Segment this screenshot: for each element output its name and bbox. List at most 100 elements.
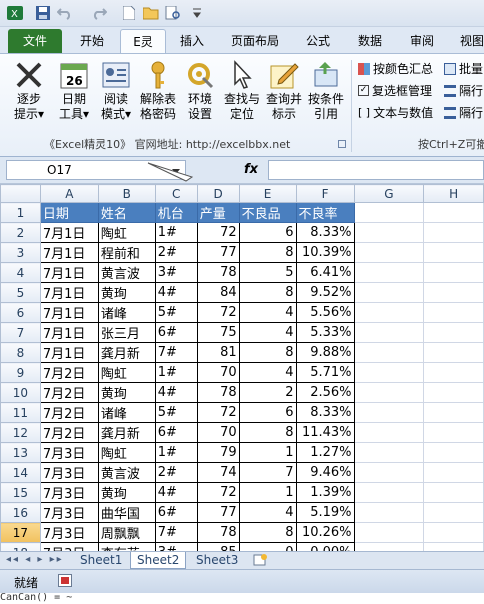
data-cell[interactable]: 5.56% (295, 302, 355, 323)
select-all-corner[interactable] (0, 184, 41, 203)
text-number-button[interactable]: [ ] 文本与数值 (358, 104, 433, 121)
data-cell[interactable]: 2# (154, 462, 198, 483)
data-cell[interactable]: 8 (238, 422, 297, 443)
empty-cell[interactable] (353, 362, 425, 383)
data-cell[interactable]: 6 (238, 402, 297, 423)
data-cell[interactable]: 4 (238, 502, 297, 523)
data-cell[interactable]: 龚月新 (97, 422, 156, 443)
data-cell[interactable]: 曲华国 (97, 502, 156, 523)
spreadsheet-grid[interactable]: ABCDEFGH 1 日期 姓名 机台 产量 不良品 不良率 2 7月1日 陶虹 1# 72 6 8.33… (0, 184, 484, 551)
data-cell[interactable]: 4# (154, 282, 198, 303)
data-cell[interactable]: 78 (196, 262, 240, 283)
header-cell[interactable]: 姓名 (97, 202, 156, 223)
empty-cell[interactable] (423, 302, 484, 323)
data-cell[interactable]: 2 (238, 382, 297, 403)
sheet-nav-arrows-icon[interactable]: ◂◂ ◂ ▸ ▸▸ (6, 554, 64, 565)
empty-cell[interactable] (423, 522, 484, 543)
data-cell[interactable]: 5 (238, 262, 297, 283)
empty-cell[interactable] (353, 502, 425, 523)
empty-cell[interactable] (353, 202, 425, 223)
data-cell[interactable]: 张三月 (97, 322, 156, 343)
new-document-icon[interactable] (120, 4, 138, 22)
data-cell[interactable]: 77 (196, 242, 240, 263)
column-header[interactable]: G (353, 184, 425, 203)
column-header[interactable]: A (39, 184, 99, 203)
conditional-reference-button[interactable]: 按条件 引用 (304, 58, 348, 132)
empty-cell[interactable] (423, 362, 484, 383)
row-header[interactable]: 2 (0, 222, 41, 243)
empty-cell[interactable] (423, 282, 484, 303)
empty-cell[interactable] (353, 302, 425, 323)
data-cell[interactable]: 7月3日 (39, 522, 99, 543)
row-header[interactable]: 11 (0, 402, 41, 423)
data-cell[interactable]: 79 (196, 442, 240, 463)
header-cell[interactable]: 日期 (39, 202, 99, 223)
alternate-rows-button[interactable]: 隔行 (444, 82, 483, 99)
data-cell[interactable]: 程前和 (97, 242, 156, 263)
data-cell[interactable]: 4 (238, 302, 297, 323)
empty-cell[interactable] (353, 222, 425, 243)
data-cell[interactable]: 70 (196, 422, 240, 443)
date-tools-button[interactable]: 26 日期 工具▾ (52, 58, 96, 132)
tab-data[interactable]: 数据 (348, 29, 392, 53)
row-header[interactable]: 9 (0, 362, 41, 383)
data-cell[interactable]: 10.39% (295, 242, 355, 263)
data-cell[interactable]: 5.19% (295, 502, 355, 523)
row-header[interactable]: 5 (0, 282, 41, 303)
empty-cell[interactable] (353, 482, 425, 503)
data-cell[interactable]: 9.52% (295, 282, 355, 303)
insert-sheet-icon[interactable] (252, 553, 268, 567)
data-cell[interactable]: 1# (154, 362, 198, 383)
empty-cell[interactable] (423, 382, 484, 403)
row-header[interactable]: 16 (0, 502, 41, 523)
data-cell[interactable]: 5.33% (295, 322, 355, 343)
empty-cell[interactable] (353, 282, 425, 303)
row-header[interactable]: 4 (0, 262, 41, 283)
data-cell[interactable]: 7月2日 (39, 362, 99, 383)
row-header[interactable]: 10 (0, 382, 41, 403)
data-cell[interactable]: 1# (154, 442, 198, 463)
data-cell[interactable]: 8 (238, 282, 297, 303)
data-cell[interactable]: 7月1日 (39, 282, 99, 303)
data-cell[interactable]: 10.26% (295, 522, 355, 543)
data-cell[interactable]: 8.33% (295, 402, 355, 423)
data-cell[interactable]: 4 (238, 362, 297, 383)
data-cell[interactable]: 0 (238, 542, 297, 551)
empty-cell[interactable] (423, 542, 484, 551)
sum-by-color-button[interactable]: 按颜色汇总 (358, 60, 433, 77)
data-cell[interactable]: 陶虹 (97, 362, 156, 383)
dialog-launcher-icon[interactable] (338, 140, 346, 148)
data-cell[interactable]: 6# (154, 502, 198, 523)
function-icon[interactable]: fx (236, 160, 266, 180)
data-cell[interactable]: 4 (238, 322, 297, 343)
data-cell[interactable]: 77 (196, 502, 240, 523)
step-hint-button[interactable]: 逐步 提示▾ (6, 58, 52, 132)
batch-button[interactable]: 批量 (444, 60, 483, 77)
empty-cell[interactable] (353, 242, 425, 263)
empty-cell[interactable] (423, 242, 484, 263)
data-cell[interactable]: 8.33% (295, 222, 355, 243)
empty-cell[interactable] (353, 382, 425, 403)
column-header[interactable]: B (97, 184, 156, 203)
data-cell[interactable]: 6.41% (295, 262, 355, 283)
empty-cell[interactable] (423, 462, 484, 483)
data-cell[interactable]: 72 (196, 482, 240, 503)
empty-cell[interactable] (353, 342, 425, 363)
data-cell[interactable]: 7月1日 (39, 262, 99, 283)
data-cell[interactable]: 2# (154, 242, 198, 263)
row-header[interactable]: 15 (0, 482, 41, 503)
query-mark-button[interactable]: 查询并 标示 (264, 58, 304, 132)
data-cell[interactable]: 81 (196, 342, 240, 363)
data-cell[interactable]: 7月1日 (39, 222, 99, 243)
empty-cell[interactable] (423, 342, 484, 363)
data-cell[interactable]: 2.56% (295, 382, 355, 403)
data-cell[interactable]: 7月2日 (39, 402, 99, 423)
empty-cell[interactable] (353, 442, 425, 463)
checkbox-manager-button[interactable]: ✓ 复选框管理 (358, 82, 432, 99)
column-header[interactable]: E (238, 184, 297, 203)
data-cell[interactable]: 4# (154, 382, 198, 403)
data-cell[interactable]: 85 (196, 542, 240, 551)
data-cell[interactable]: 1 (238, 482, 297, 503)
data-cell[interactable]: 诸峰 (97, 402, 156, 423)
tab-file[interactable]: 文件 (8, 29, 62, 53)
